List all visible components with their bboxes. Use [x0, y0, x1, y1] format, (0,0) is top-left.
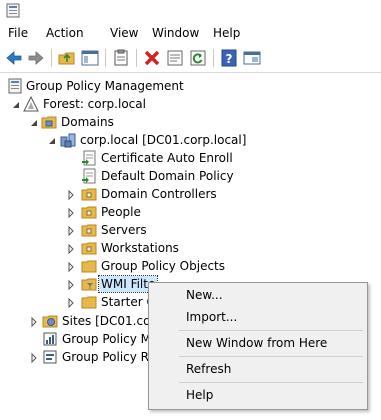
- toolbar-separator: [213, 49, 214, 67]
- context-menu-label: New Window from Here: [186, 336, 328, 350]
- tree-label: corp.local [DC01.corp.local]: [80, 133, 247, 147]
- menu-help[interactable]: Help: [213, 26, 240, 40]
- menu-bar: File Action View Window Help: [0, 22, 381, 44]
- tree-label: People: [101, 205, 141, 219]
- sites-icon: [42, 313, 58, 329]
- collapse-arrow-icon[interactable]: [11, 99, 21, 109]
- context-menu-label: Refresh: [186, 362, 232, 376]
- tree-node-ou[interactable]: Workstations: [0, 239, 380, 257]
- tree-label: Forest: corp.local: [43, 97, 146, 111]
- wmi-filter-folder-icon: [81, 276, 97, 292]
- tree-node-ou[interactable]: People: [0, 203, 380, 221]
- forest-icon: [23, 95, 39, 112]
- tree-label: Domain Controllers: [101, 187, 217, 201]
- show-hide-tree-icon[interactable]: [80, 48, 100, 68]
- expand-arrow-icon[interactable]: [29, 352, 39, 364]
- expand-arrow-icon[interactable]: [66, 261, 76, 273]
- gpmc-icon: [7, 78, 23, 94]
- console-icon[interactable]: [242, 48, 262, 68]
- toolbar: ?: [0, 44, 381, 73]
- help-icon[interactable]: ?: [219, 48, 239, 68]
- folder-icon: [81, 294, 97, 310]
- modeling-icon: [42, 331, 58, 347]
- expand-arrow-icon[interactable]: [66, 189, 76, 201]
- gpo-link-icon: [81, 168, 97, 184]
- properties-icon[interactable]: [165, 48, 185, 68]
- expand-arrow-icon[interactable]: [66, 243, 76, 255]
- back-icon[interactable]: [4, 48, 24, 68]
- results-icon: [42, 349, 58, 365]
- ou-folder-icon: [81, 186, 97, 202]
- toolbar-separator: [51, 49, 52, 67]
- tree-node-forest[interactable]: Forest: corp.local: [0, 95, 380, 113]
- tree-label: Group Policy Management: [26, 79, 184, 93]
- context-menu-refresh[interactable]: Refresh: [149, 358, 367, 380]
- tree-label: Group Policy Objects: [101, 259, 226, 273]
- ou-folder-icon: [81, 240, 97, 256]
- up-folder-icon[interactable]: [57, 48, 77, 68]
- context-menu-help[interactable]: Help: [149, 384, 367, 406]
- context-menu-import[interactable]: Import...: [149, 306, 367, 328]
- tree-label: Servers: [101, 223, 147, 237]
- menu-separator: [179, 356, 363, 357]
- copy-icon[interactable]: [111, 48, 131, 68]
- menu-separator: [179, 382, 363, 383]
- toolbar-separator: [136, 49, 137, 67]
- tree-node-ou[interactable]: Servers: [0, 221, 380, 239]
- tree-label: Certificate Auto Enroll: [101, 151, 233, 165]
- title-bar: [0, 0, 381, 22]
- ou-folder-icon: [81, 204, 97, 220]
- menu-separator: [179, 330, 363, 331]
- tree-label: Workstations: [101, 241, 179, 255]
- menu-action[interactable]: Action: [46, 26, 84, 40]
- context-menu: New... Import... New Window from Here Re…: [148, 282, 368, 410]
- expand-arrow-icon[interactable]: [66, 207, 76, 219]
- menu-view[interactable]: View: [110, 26, 138, 40]
- expand-arrow-icon[interactable]: [66, 279, 76, 291]
- tree-label: Group Policy Mo: [62, 332, 159, 346]
- domain-icon: [60, 132, 76, 148]
- ou-folder-icon: [81, 222, 97, 238]
- tree-node-ou[interactable]: Domain Controllers: [0, 185, 380, 203]
- tree-node-domain[interactable]: corp.local [DC01.corp.local]: [0, 131, 380, 149]
- toolbar-separator: [105, 49, 106, 67]
- context-menu-label: Help: [186, 388, 214, 402]
- tree-label: Default Domain Policy: [101, 169, 234, 183]
- context-menu-new-window[interactable]: New Window from Here: [149, 332, 367, 354]
- tree-node-gpo-link[interactable]: Default Domain Policy: [0, 167, 380, 185]
- expand-arrow-icon[interactable]: [66, 225, 76, 237]
- context-menu-label: New...: [186, 288, 223, 302]
- folder-icon: [81, 258, 97, 274]
- gpo-link-icon: [81, 150, 97, 166]
- domains-icon: [41, 114, 57, 130]
- menu-file[interactable]: File: [8, 26, 28, 40]
- collapse-arrow-icon[interactable]: [47, 135, 57, 145]
- menu-window[interactable]: Window: [152, 26, 199, 40]
- tree-node-root[interactable]: Group Policy Management: [0, 77, 380, 95]
- forward-icon[interactable]: [26, 48, 46, 68]
- tree-label: Domains: [61, 115, 114, 129]
- expand-arrow-icon[interactable]: [66, 297, 76, 309]
- svg-text:?: ?: [226, 52, 233, 66]
- tree-node-gpo-container[interactable]: Group Policy Objects: [0, 257, 380, 275]
- tree-node-domains[interactable]: Domains: [0, 113, 380, 131]
- tree-node-gpo-link[interactable]: Certificate Auto Enroll: [0, 149, 380, 167]
- expand-arrow-icon[interactable]: [29, 316, 39, 328]
- refresh-icon[interactable]: [188, 48, 208, 68]
- context-menu-new[interactable]: New...: [149, 284, 367, 306]
- collapse-arrow-icon[interactable]: [29, 117, 39, 127]
- gpmc-app-icon[interactable]: [6, 3, 20, 18]
- delete-icon[interactable]: [142, 48, 162, 68]
- context-menu-label: Import...: [186, 310, 238, 324]
